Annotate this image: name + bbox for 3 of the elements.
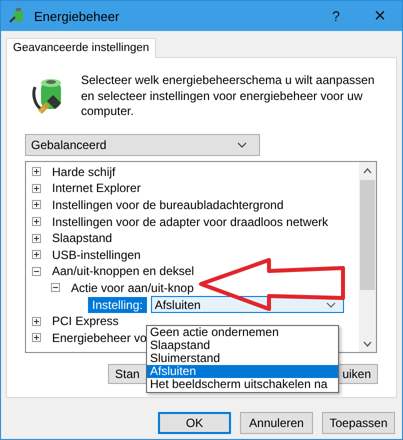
setting-label: Instelling: <box>88 296 147 313</box>
window-title: Energiebeheer <box>34 8 120 24</box>
description-text: Selecteer welk energiebeheerschema u wilt aanpassen en selecteer instellingen voor energiebeheer voor uw computer. <box>81 73 376 120</box>
